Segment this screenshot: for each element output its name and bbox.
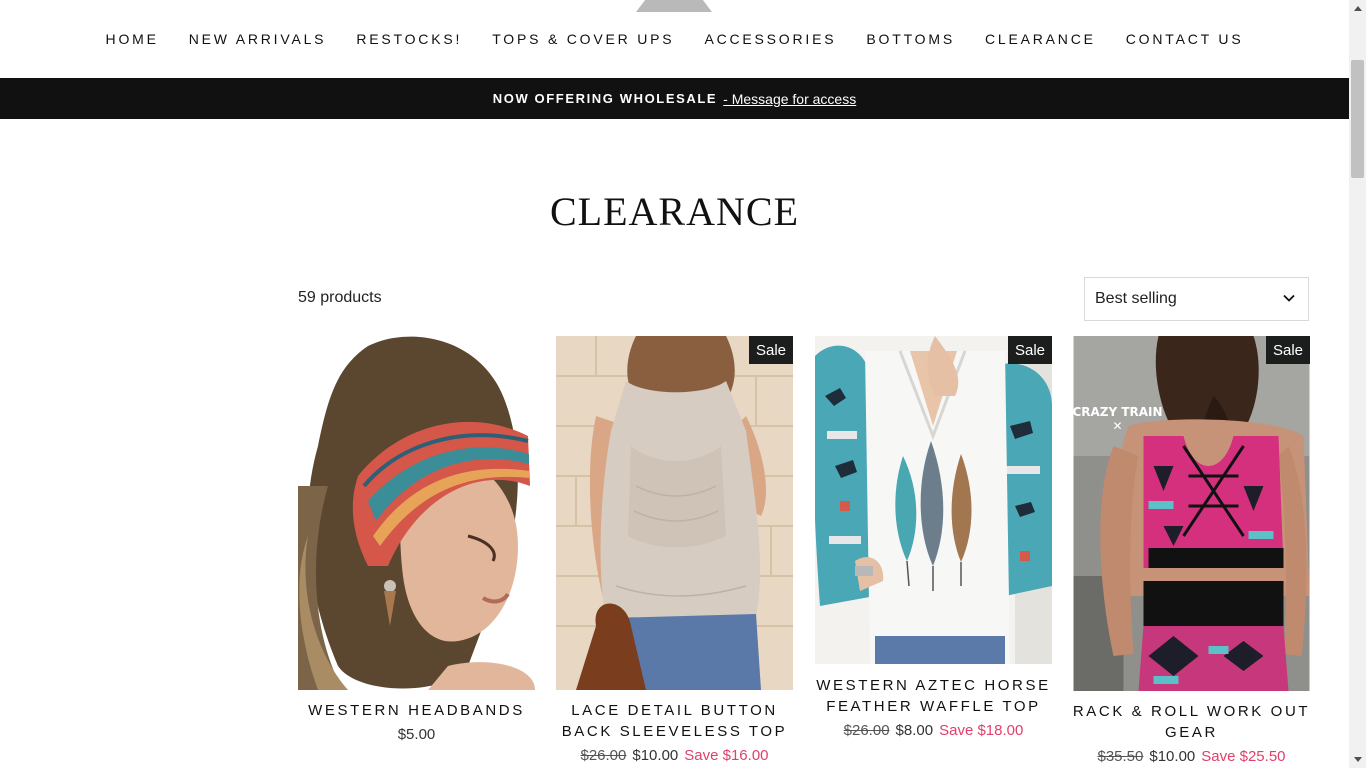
- sale-badge: Sale: [749, 336, 793, 364]
- product-name[interactable]: LACE DETAIL BUTTON BACK SLEEVELESS TOP: [546, 700, 803, 742]
- arrow-up-icon: [1353, 6, 1362, 11]
- price-original: $26.00: [580, 747, 627, 764]
- product-image-workout-gear[interactable]: CRAZY TRAIN ✕: [1073, 336, 1310, 691]
- product-price: $5.00: [278, 726, 555, 743]
- product-price: $35.50 $10.00 Save $25.50: [1053, 748, 1330, 765]
- top-navigation: HOME NEW ARRIVALS RESTOCKS! TOPS & COVER…: [0, 0, 1349, 78]
- nav-item-tops-cover-ups[interactable]: TOPS & COVER UPS: [477, 29, 689, 49]
- sale-badge: Sale: [1008, 336, 1052, 364]
- price-original: $35.50: [1097, 748, 1144, 765]
- product-name[interactable]: WESTERN AZTEC HORSE FEATHER WAFFLE TOP: [805, 675, 1062, 717]
- nav-item-new-arrivals[interactable]: NEW ARRIVALS: [174, 29, 342, 49]
- svg-text:✕: ✕: [1112, 419, 1122, 433]
- price-current: $8.00: [895, 722, 934, 739]
- price-current: $10.00: [632, 747, 679, 764]
- product-price: $26.00 $10.00 Save $16.00: [536, 747, 813, 764]
- price-current: $5.00: [397, 726, 436, 743]
- price-current: $10.00: [1149, 748, 1196, 765]
- scrollbar-thumb[interactable]: [1351, 60, 1364, 178]
- page-scrollbar[interactable]: [1349, 0, 1366, 768]
- nav-item-restocks[interactable]: RESTOCKS!: [341, 29, 477, 49]
- nav-item-clearance[interactable]: CLEARANCE: [970, 29, 1111, 49]
- price-savings: Save $18.00: [939, 722, 1024, 739]
- sort-select[interactable]: Best selling: [1084, 277, 1309, 321]
- nav-item-bottoms[interactable]: BOTTOMS: [851, 29, 970, 49]
- product-image-aztec-top[interactable]: [815, 336, 1052, 664]
- sort-select-value: Best selling: [1095, 290, 1177, 307]
- product-count: 59 products: [298, 289, 382, 306]
- price-savings: Save $25.50: [1201, 748, 1286, 765]
- announcement-text: NOW OFFERING WHOLESALE: [492, 91, 718, 106]
- arrow-down-icon: [1353, 757, 1362, 762]
- sale-badge: Sale: [1266, 336, 1310, 364]
- page-title: CLEARANCE: [550, 189, 799, 234]
- logo-icon[interactable]: [636, 0, 712, 12]
- product-price: $26.00 $8.00 Save $18.00: [795, 722, 1072, 739]
- product-image-lace-top[interactable]: [556, 336, 793, 690]
- price-savings: Save $16.00: [684, 747, 769, 764]
- scroll-up-button[interactable]: [1349, 0, 1366, 17]
- announcement-bar: NOW OFFERING WHOLESALE - Message for acc…: [0, 78, 1349, 119]
- price-original: $26.00: [843, 722, 890, 739]
- product-name[interactable]: WESTERN HEADBANDS: [288, 700, 545, 721]
- product-image-headband[interactable]: [298, 336, 535, 690]
- nav-item-accessories[interactable]: ACCESSORIES: [689, 29, 851, 49]
- chevron-down-icon: [1283, 294, 1295, 302]
- nav-item-contact-us[interactable]: CONTACT US: [1111, 29, 1259, 49]
- nav-item-home[interactable]: HOME: [91, 29, 174, 49]
- main-menu: HOME NEW ARRIVALS RESTOCKS! TOPS & COVER…: [0, 29, 1349, 49]
- svg-text:CRAZY TRAIN: CRAZY TRAIN: [1073, 405, 1163, 419]
- announcement-link[interactable]: - Message for access: [723, 91, 856, 107]
- product-name[interactable]: RACK & ROLL WORK OUT GEAR: [1063, 701, 1320, 743]
- scroll-down-button[interactable]: [1349, 751, 1366, 768]
